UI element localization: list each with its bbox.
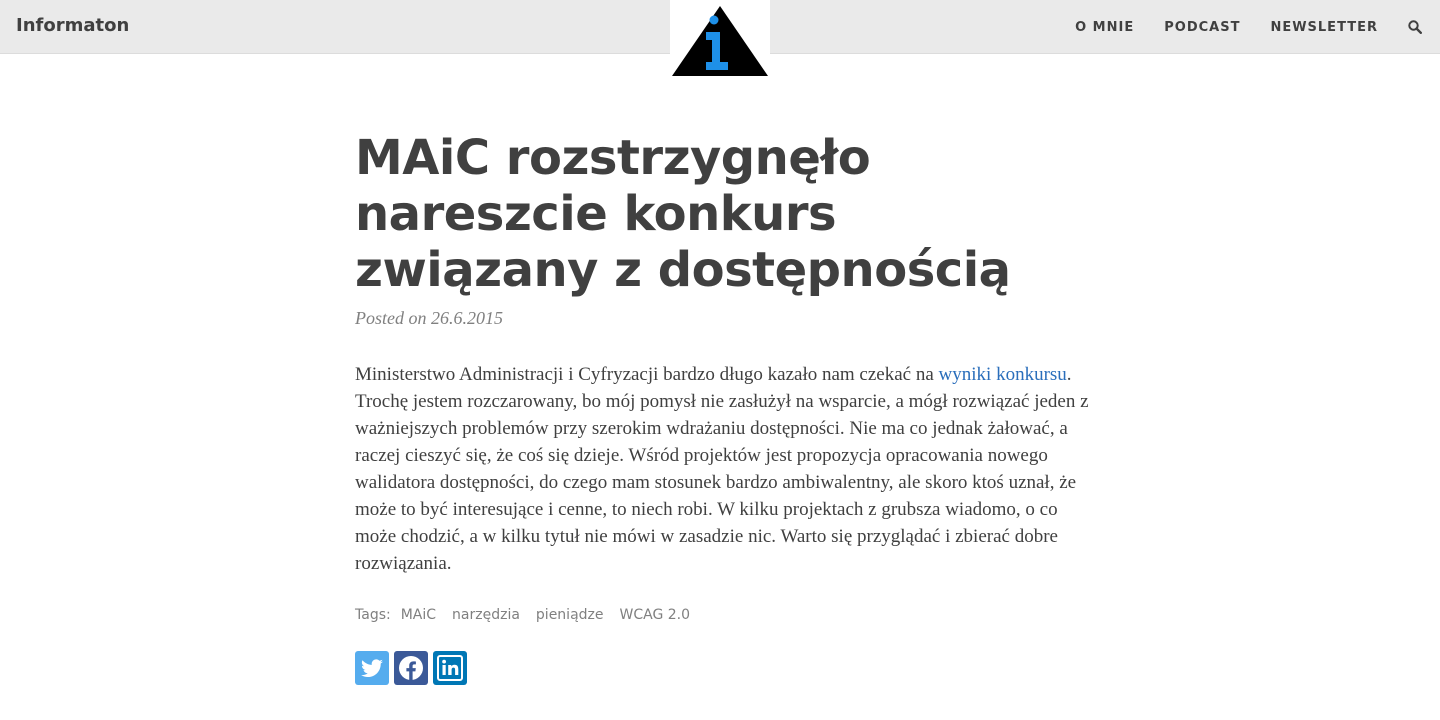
nav-link-newsletter[interactable]: NEWSLETTER <box>1270 20 1378 35</box>
tags-label: Tags: <box>355 607 391 623</box>
body-text-part: . Trochę jestem rozczarowany, bo mój pom… <box>355 364 1089 574</box>
site-logo[interactable] <box>670 0 770 80</box>
body-text-part: Ministerstwo Administracji i Cyfryzacji … <box>355 364 939 385</box>
twitter-icon[interactable] <box>355 651 389 685</box>
linkedin-icon[interactable] <box>433 651 467 685</box>
share-buttons <box>355 651 1095 685</box>
post-tags: Tags: MAiC narzędzia pieniądze WCAG 2.0 <box>355 607 1095 623</box>
facebook-icon[interactable] <box>394 651 428 685</box>
nav-link-o-mnie[interactable]: O MNIE <box>1075 20 1134 35</box>
tag-link[interactable]: WCAG 2.0 <box>620 607 691 623</box>
post-meta: Posted on 26.6.2015 <box>355 308 1095 329</box>
results-link[interactable]: wyniki konkursu <box>939 364 1067 385</box>
post-title: MAiC rozstrzygnęło nareszcie konkurs zwi… <box>355 130 1011 298</box>
nav-link-podcast[interactable]: PODCAST <box>1164 20 1240 35</box>
tag-link[interactable]: narzędzia <box>452 607 520 623</box>
post-date: 26.6.2015 <box>431 308 503 328</box>
blog-post: MAiC rozstrzygnęło nareszcie konkurs zwi… <box>355 130 1095 685</box>
tag-link[interactable]: pieniądze <box>536 607 604 623</box>
posted-on-label: Posted on <box>355 308 427 328</box>
info-triangle-icon <box>672 6 768 76</box>
tag-link[interactable]: MAiC <box>401 607 436 623</box>
search-icon[interactable] <box>1408 20 1422 34</box>
site-brand-link[interactable]: Informaton <box>16 15 129 36</box>
main-nav: O MNIE PODCAST NEWSLETTER <box>1075 0 1440 54</box>
post-body: Ministerstwo Administracji i Cyfryzacji … <box>355 361 1090 577</box>
